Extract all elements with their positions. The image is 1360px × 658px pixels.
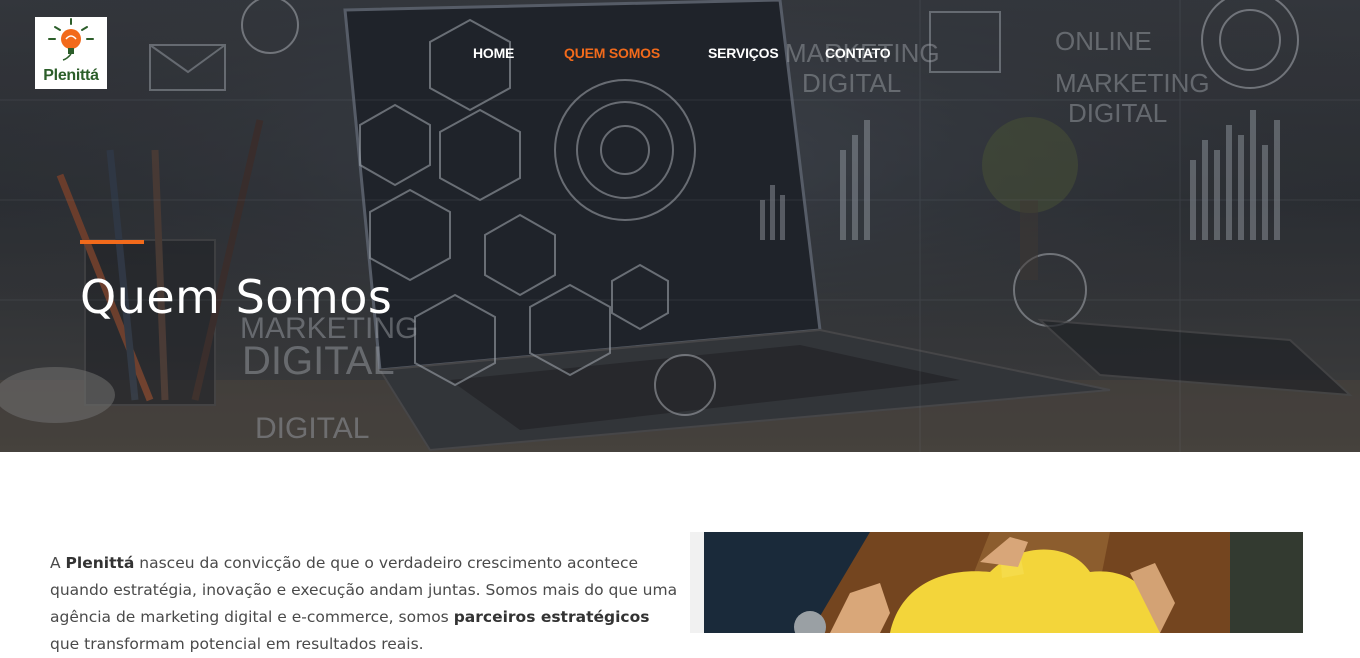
hero-background-image: ONLINE MARKETING DIGITAL MARKETING DIGIT… — [0, 0, 1360, 452]
logo-wordmark: Plenittá — [43, 67, 99, 84]
puzzle-team-photo — [690, 532, 1303, 633]
intro-paragraph: A Plenittá nasceu da convicção de que o … — [50, 550, 680, 658]
title-accent-bar — [80, 240, 144, 244]
intro-text-start: A — [50, 553, 66, 572]
puzzle-photo-illustration — [704, 532, 1303, 633]
page-title: Quem Somos — [80, 270, 393, 324]
intro-highlight: parceiros estratégicos — [453, 607, 650, 626]
nav-contato[interactable]: CONTATO — [825, 45, 891, 61]
nav-quem-somos[interactable]: QUEM SOMOS — [564, 45, 660, 61]
intro-text-end: que transformam potencial em resultados … — [50, 634, 424, 653]
hero-banner: ONLINE MARKETING DIGITAL MARKETING DIGIT… — [0, 0, 1360, 452]
nav-home[interactable]: HOME — [473, 45, 514, 61]
nav-servicos[interactable]: SERVIÇOS — [708, 45, 779, 61]
intro-brand-name: Plenittá — [65, 553, 135, 572]
lightbulb-logo-icon — [48, 18, 94, 61]
site-logo[interactable]: Plenittá — [35, 17, 107, 89]
